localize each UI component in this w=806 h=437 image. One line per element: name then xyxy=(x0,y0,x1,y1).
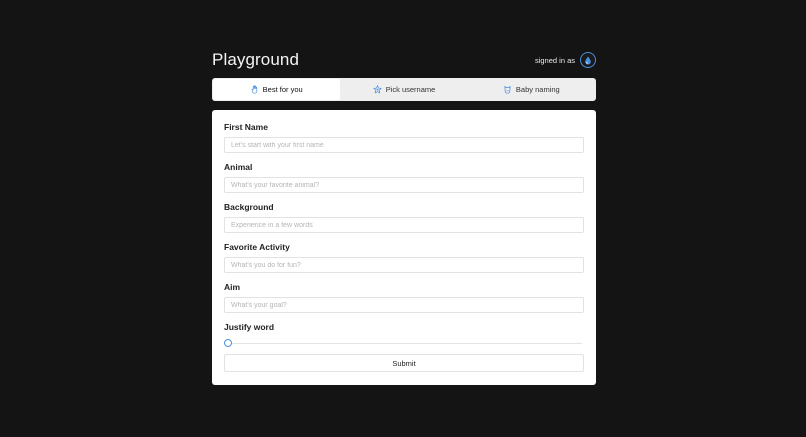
tab-label: Pick username xyxy=(385,85,436,94)
tab-baby-naming[interactable]: Baby naming xyxy=(468,79,595,100)
baby-icon xyxy=(504,85,511,94)
header: Playground signed in as xyxy=(212,48,596,72)
tab-bar: Best for you Pick username Baby naming xyxy=(212,78,596,101)
background-input[interactable] xyxy=(224,217,584,233)
drop-icon xyxy=(585,56,591,64)
tab-label: Baby naming xyxy=(515,85,560,94)
slider-track[interactable] xyxy=(228,343,582,344)
field-first-name: First Name xyxy=(224,122,584,153)
field-aim: Aim xyxy=(224,282,584,313)
tab-pick-username[interactable]: Pick username xyxy=(340,79,467,100)
first-name-label: First Name xyxy=(224,122,268,132)
aim-label: Aim xyxy=(224,282,241,292)
favorite-activity-input[interactable] xyxy=(224,257,584,273)
animal-label: Animal xyxy=(224,162,253,172)
hand-icon xyxy=(251,85,257,94)
submit-button[interactable]: Submit xyxy=(224,354,584,372)
field-justify-word: Justify word xyxy=(224,322,584,349)
background-label: Background xyxy=(224,202,274,212)
justify-word-slider[interactable] xyxy=(224,339,584,349)
star-badge-icon xyxy=(373,85,382,94)
field-animal: Animal xyxy=(224,162,584,193)
favorite-activity-label: Favorite Activity xyxy=(224,242,290,252)
field-favorite-activity: Favorite Activity xyxy=(224,242,584,273)
avatar[interactable] xyxy=(580,52,596,68)
page-title: Playground xyxy=(212,50,300,69)
field-background: Background xyxy=(224,202,584,233)
animal-input[interactable] xyxy=(224,177,584,193)
first-name-input[interactable] xyxy=(224,137,584,153)
signed-in-indicator: signed in as xyxy=(535,52,596,68)
tab-best-for-you[interactable]: Best for you xyxy=(213,79,341,100)
form-card: First Name Animal Background Favorite Ac… xyxy=(212,110,596,385)
playground-container: Playground signed in as Best for you Pic… xyxy=(212,48,596,385)
signed-in-label: signed in as xyxy=(534,55,575,65)
tab-label: Best for you xyxy=(262,85,303,94)
aim-input[interactable] xyxy=(224,297,584,313)
slider-thumb[interactable] xyxy=(224,339,232,347)
justify-word-label: Justify word xyxy=(224,322,275,332)
